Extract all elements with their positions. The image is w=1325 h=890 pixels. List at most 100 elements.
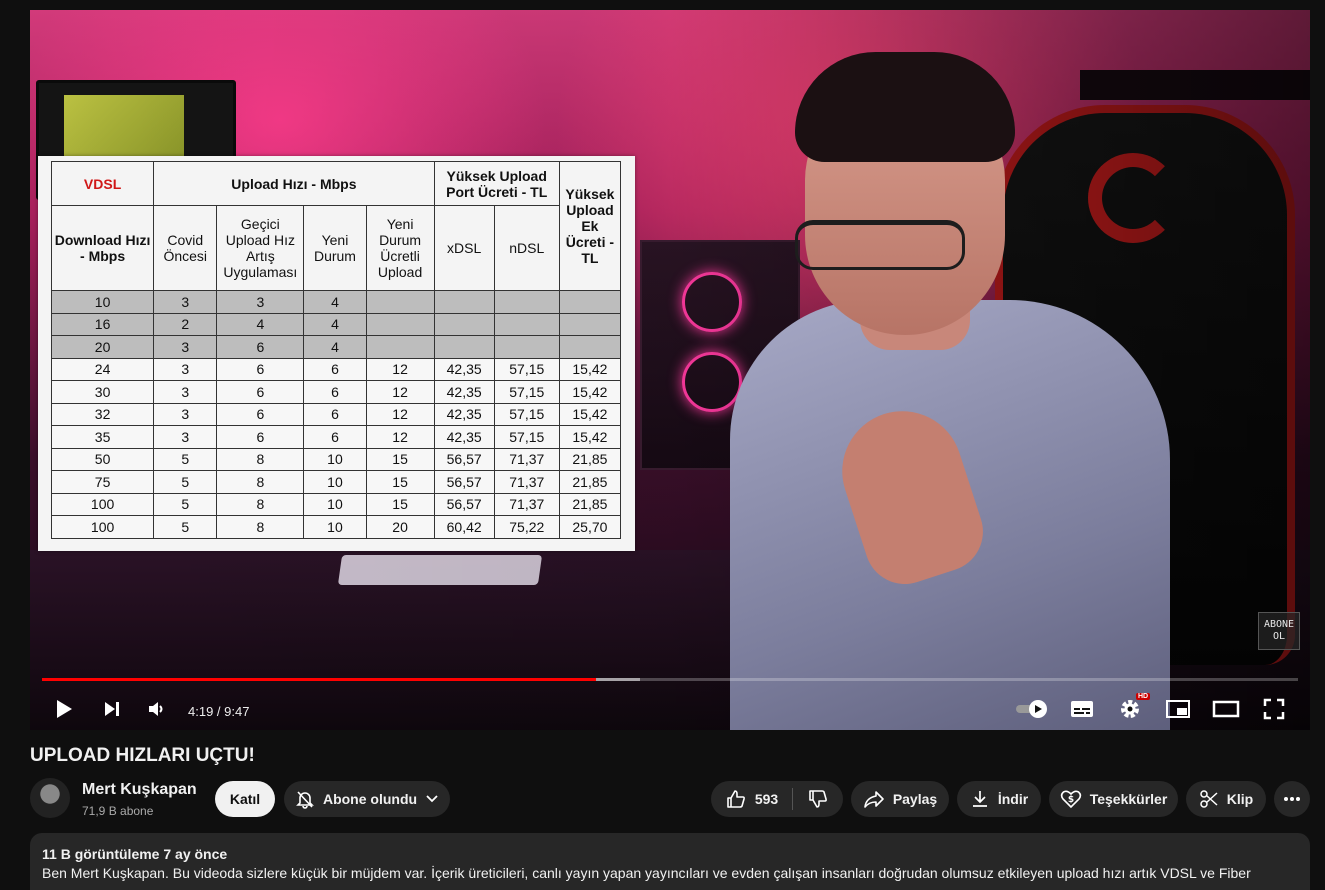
table-cell: 21,85 — [558, 492, 622, 516]
table-cell — [433, 335, 495, 359]
table-cell — [433, 290, 495, 314]
theater-button[interactable] — [1208, 692, 1244, 726]
new-paid-header: Yeni Durum Ücretli Upload — [365, 205, 435, 291]
table-cell: 3 — [216, 290, 305, 314]
clip-button[interactable]: Klip — [1186, 781, 1266, 817]
table-cell: 56,57 — [433, 470, 495, 494]
theater-icon — [1212, 700, 1240, 718]
table-cell — [493, 312, 560, 336]
download-label: İndir — [997, 791, 1029, 807]
table-cell: 30 — [50, 380, 155, 404]
clip-label: Klip — [1226, 791, 1254, 807]
table-cell: 3 — [153, 335, 218, 359]
channel-avatar[interactable] — [30, 778, 70, 818]
table-cell: 5 — [153, 447, 218, 471]
table-cell: 57,15 — [493, 357, 560, 381]
download-button[interactable]: İndir — [957, 781, 1041, 817]
join-label: Katıl — [229, 791, 261, 807]
table-row: 35 3 6 6 12 42,35 57,15 15,42 — [50, 425, 622, 449]
table-cell: 4 — [303, 335, 367, 359]
table-cell: 6 — [303, 402, 367, 426]
port-fee-group-header: Yüksek Upload Port Ücreti - TL — [433, 161, 560, 206]
table-cell: 6 — [216, 335, 305, 359]
progress-bar[interactable] — [42, 678, 1298, 681]
table-cell: 56,57 — [433, 492, 495, 516]
table-cell: 75,22 — [493, 515, 560, 539]
table-cell: 4 — [303, 312, 367, 336]
volume-button[interactable] — [138, 692, 174, 726]
table-cell: 5 — [153, 492, 218, 516]
subtitles-icon — [1071, 701, 1093, 717]
table-cell: 12 — [365, 380, 435, 404]
more-actions-button[interactable] — [1274, 781, 1310, 817]
next-icon — [105, 702, 119, 716]
like-count: 593 — [754, 791, 779, 807]
subscribe-watermark[interactable]: ABONE OL — [1258, 612, 1300, 650]
table-cell — [365, 335, 435, 359]
dislike-button[interactable] — [793, 788, 833, 810]
description-box[interactable]: 11 B görüntüleme 7 ay önce Ben Mert Kuşk… — [30, 833, 1310, 890]
table-cell: 6 — [216, 425, 305, 449]
download-icon — [972, 791, 987, 807]
table-cell — [493, 290, 560, 314]
fullscreen-button[interactable] — [1256, 692, 1292, 726]
table-cell: 12 — [365, 425, 435, 449]
svg-text:$: $ — [1068, 795, 1074, 805]
table-cell: 4 — [216, 312, 305, 336]
table-cell: 57,15 — [493, 380, 560, 404]
subscriber-count: 71,9 B abone — [82, 804, 154, 818]
xdsl-header: xDSL — [433, 205, 495, 291]
miniplayer-button[interactable] — [1160, 692, 1196, 726]
table-row: 50 5 8 10 15 56,57 71,37 21,85 — [50, 447, 622, 471]
table-cell: 2 — [153, 312, 218, 336]
video-player[interactable]: VDSL Upload Hızı - Mbps Yüksek Upload Po… — [30, 10, 1310, 730]
thanks-button[interactable]: $ Teşekkürler — [1049, 781, 1178, 817]
table-cell: 3 — [153, 357, 218, 381]
table-cell: 12 — [365, 357, 435, 381]
table-row: 100 5 8 10 20 60,42 75,22 25,70 — [50, 515, 622, 539]
table-cell: 5 — [153, 515, 218, 539]
subscribed-label: Abone olundu — [322, 791, 418, 807]
fullscreen-icon — [1263, 698, 1285, 720]
next-button[interactable] — [94, 692, 130, 726]
chevron-down-icon — [426, 795, 438, 803]
table-cell: 50 — [50, 447, 155, 471]
hd-badge: HD — [1136, 693, 1151, 700]
table-cell: 6 — [303, 357, 367, 381]
subtitles-button[interactable] — [1064, 692, 1100, 726]
join-button[interactable]: Katıl — [215, 781, 275, 817]
share-button[interactable]: Paylaş — [851, 781, 949, 817]
table-cell: 60,42 — [433, 515, 495, 539]
like-button[interactable]: 593 — [721, 788, 792, 810]
time-display: 4:19 / 9:47 — [188, 704, 250, 719]
table-row: 24 3 6 6 12 42,35 57,15 15,42 — [50, 357, 622, 381]
subscribed-button[interactable]: Abone olundu — [284, 781, 450, 817]
table-row: 30 3 6 6 12 42,35 57,15 15,42 — [50, 380, 622, 404]
player-controls: 4:19 / 9:47 HD — [30, 686, 1310, 730]
table-row: 10 3 3 4 — [50, 290, 622, 314]
upload-speed-table: VDSL Upload Hızı - Mbps Yüksek Upload Po… — [50, 161, 622, 539]
table-cell: 35 — [50, 425, 155, 449]
table-cell: 10 — [303, 492, 367, 516]
table-cell: 100 — [50, 515, 155, 539]
table-cell: 24 — [50, 357, 155, 381]
autoplay-toggle[interactable] — [1012, 692, 1052, 726]
play-button[interactable] — [46, 692, 82, 726]
presenter-glasses — [795, 220, 965, 270]
like-dislike-group: 593 — [711, 781, 843, 817]
table-row: 75 5 8 10 15 56,57 71,37 21,85 — [50, 470, 622, 494]
channel-name[interactable]: Mert Kuşkapan — [82, 781, 197, 799]
table-cell: 10 — [303, 515, 367, 539]
table-cell: 25,70 — [558, 515, 622, 539]
table-cell: 15 — [365, 470, 435, 494]
table-cell: 32 — [50, 402, 155, 426]
table-cell: 3 — [153, 380, 218, 404]
table-cell: 71,37 — [493, 470, 560, 494]
table-cell: 6 — [216, 402, 305, 426]
gear-icon — [1121, 700, 1139, 718]
new-state-header: Yeni Durum — [303, 205, 367, 291]
table-cell: 3 — [153, 290, 218, 314]
table-cell: 15,42 — [558, 425, 622, 449]
share-icon — [864, 791, 884, 808]
video-title: UPLOAD HIZLARI UÇTU! — [30, 745, 255, 766]
